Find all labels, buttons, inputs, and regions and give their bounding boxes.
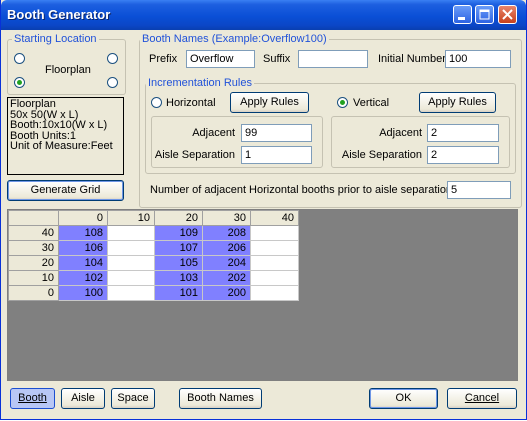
grid-cell[interactable]: 206 bbox=[202, 240, 251, 256]
horizontal-aisle-separation-label: Aisle Separation bbox=[154, 149, 235, 161]
vertical-aisle-separation-input[interactable]: 2 bbox=[427, 146, 499, 164]
maximize-icon bbox=[479, 9, 490, 20]
grid-row: 30 106 107 206 bbox=[8, 240, 299, 256]
grid-row: 40 108 109 208 bbox=[8, 225, 299, 241]
horizontal-label: Horizontal bbox=[166, 97, 216, 109]
booth-names-button[interactable]: Booth Names bbox=[179, 388, 262, 409]
generate-grid-button[interactable]: Generate Grid bbox=[7, 180, 124, 201]
grid-cell[interactable] bbox=[250, 285, 299, 301]
adjacent-prior-label: Number of adjacent Horizontal booths pri… bbox=[150, 184, 456, 196]
horizontal-aisle-separation-input[interactable]: 1 bbox=[241, 146, 312, 164]
grid-cell[interactable]: 208 bbox=[202, 225, 251, 241]
vertical-radio[interactable] bbox=[337, 97, 348, 108]
grid-row-header[interactable]: 0 bbox=[8, 285, 59, 301]
horizontal-radio[interactable] bbox=[151, 97, 162, 108]
booth-mode-button[interactable]: Booth bbox=[10, 388, 55, 409]
floorplan-info-box: Floorplan 50x 50(W x L) Booth:10x10(W x … bbox=[7, 97, 124, 175]
grid-cell[interactable] bbox=[250, 270, 299, 286]
info-line: Unit of Measure:Feet bbox=[10, 140, 113, 152]
grid-cell[interactable] bbox=[107, 240, 155, 256]
grid-column-header[interactable]: 20 bbox=[154, 210, 203, 226]
apply-rules-horizontal-button[interactable]: Apply Rules bbox=[230, 92, 309, 113]
grid-cell[interactable]: 103 bbox=[154, 270, 203, 286]
grid-cell[interactable] bbox=[250, 255, 299, 271]
apply-rules-vertical-button[interactable]: Apply Rules bbox=[419, 92, 496, 113]
incrementation-rules-title: Incrementation Rules bbox=[146, 77, 254, 89]
grid-row: 20 104 105 204 bbox=[8, 255, 299, 271]
prefix-label: Prefix bbox=[149, 53, 178, 65]
booth-mode-label: Booth bbox=[18, 392, 47, 404]
grid-column-header[interactable]: 0 bbox=[58, 210, 108, 226]
initial-number-input[interactable]: 100 bbox=[445, 50, 511, 68]
suffix-input[interactable] bbox=[298, 50, 368, 68]
grid-cell[interactable]: 200 bbox=[202, 285, 251, 301]
grid-cell[interactable] bbox=[250, 240, 299, 256]
grid-cell[interactable]: 204 bbox=[202, 255, 251, 271]
grid-row-header[interactable]: 40 bbox=[8, 225, 59, 241]
grid-row: 10 102 103 202 bbox=[8, 270, 299, 286]
grid-corner-cell bbox=[8, 210, 59, 226]
grid-cell[interactable]: 202 bbox=[202, 270, 251, 286]
title-bar[interactable]: Booth Generator bbox=[1, 0, 526, 30]
start-bottom-right-radio[interactable] bbox=[107, 77, 118, 88]
floorplan-center-label: Floorplan bbox=[45, 64, 91, 76]
start-top-right-radio[interactable] bbox=[107, 53, 118, 64]
prefix-input[interactable]: Overflow bbox=[186, 50, 255, 68]
window-title: Booth Generator bbox=[7, 7, 111, 22]
grid-cell[interactable]: 102 bbox=[58, 270, 108, 286]
grid-cell[interactable] bbox=[107, 255, 155, 271]
vertical-label: Vertical bbox=[353, 97, 390, 109]
grid-cell[interactable]: 106 bbox=[58, 240, 108, 256]
vertical-aisle-separation-label: Aisle Separation bbox=[341, 149, 422, 161]
start-top-left-radio[interactable] bbox=[14, 53, 25, 64]
grid-cell[interactable] bbox=[107, 225, 155, 241]
grid-header-row: 0 10 20 30 40 bbox=[8, 210, 299, 226]
maximize-button[interactable] bbox=[475, 5, 494, 24]
grid-cell[interactable] bbox=[107, 270, 155, 286]
grid-cell[interactable]: 104 bbox=[58, 255, 108, 271]
info-line: Booth:10x10(W x L) bbox=[10, 119, 108, 131]
minimize-button[interactable] bbox=[453, 5, 472, 24]
ok-button[interactable]: OK bbox=[369, 388, 438, 409]
cancel-label: Cancel bbox=[464, 392, 500, 404]
grid-row: 0 100 101 200 bbox=[8, 285, 299, 301]
grid-row-header[interactable]: 10 bbox=[8, 270, 59, 286]
grid-cell[interactable]: 105 bbox=[154, 255, 203, 271]
booth-generator-window: Booth Generator Starting Location Floorp… bbox=[0, 0, 527, 420]
vertical-adjacent-label: Adjacent bbox=[379, 127, 422, 139]
adjacent-prior-input[interactable]: 5 bbox=[447, 181, 511, 199]
grid-cell[interactable]: 109 bbox=[154, 225, 203, 241]
minimize-icon bbox=[458, 17, 465, 20]
close-icon bbox=[502, 9, 513, 20]
grid-column-header[interactable]: 40 bbox=[250, 210, 299, 226]
grid-cell[interactable]: 108 bbox=[58, 225, 108, 241]
horizontal-adjacent-input[interactable]: 99 bbox=[241, 124, 312, 142]
grid-column-header[interactable]: 10 bbox=[107, 210, 155, 226]
booth-grid-area[interactable]: 0 10 20 30 40 40 108 109 208 30 106 107 … bbox=[7, 209, 518, 381]
initial-number-label: Initial Number bbox=[378, 53, 446, 65]
grid-cell[interactable]: 101 bbox=[154, 285, 203, 301]
booth-names-title: Booth Names (Example:Overflow100) bbox=[140, 33, 329, 45]
grid-cell[interactable] bbox=[250, 225, 299, 241]
cancel-button[interactable]: Cancel bbox=[447, 388, 517, 409]
horizontal-adjacent-label: Adjacent bbox=[192, 127, 235, 139]
grid-cell[interactable]: 107 bbox=[154, 240, 203, 256]
info-line: Floorplan bbox=[10, 98, 56, 110]
suffix-label: Suffix bbox=[263, 53, 291, 65]
grid-cell[interactable]: 100 bbox=[58, 285, 108, 301]
vertical-adjacent-input[interactable]: 2 bbox=[427, 124, 499, 142]
space-mode-button[interactable]: Space bbox=[111, 388, 155, 409]
aisle-mode-button[interactable]: Aisle bbox=[61, 388, 105, 409]
grid-row-header[interactable]: 30 bbox=[8, 240, 59, 256]
grid-cell[interactable] bbox=[107, 285, 155, 301]
close-button[interactable] bbox=[498, 5, 517, 24]
start-bottom-left-radio[interactable] bbox=[14, 77, 25, 88]
starting-location-title: Starting Location bbox=[12, 33, 99, 45]
booth-grid[interactable]: 0 10 20 30 40 40 108 109 208 30 106 107 … bbox=[8, 210, 299, 301]
grid-column-header[interactable]: 30 bbox=[202, 210, 251, 226]
grid-row-header[interactable]: 20 bbox=[8, 255, 59, 271]
